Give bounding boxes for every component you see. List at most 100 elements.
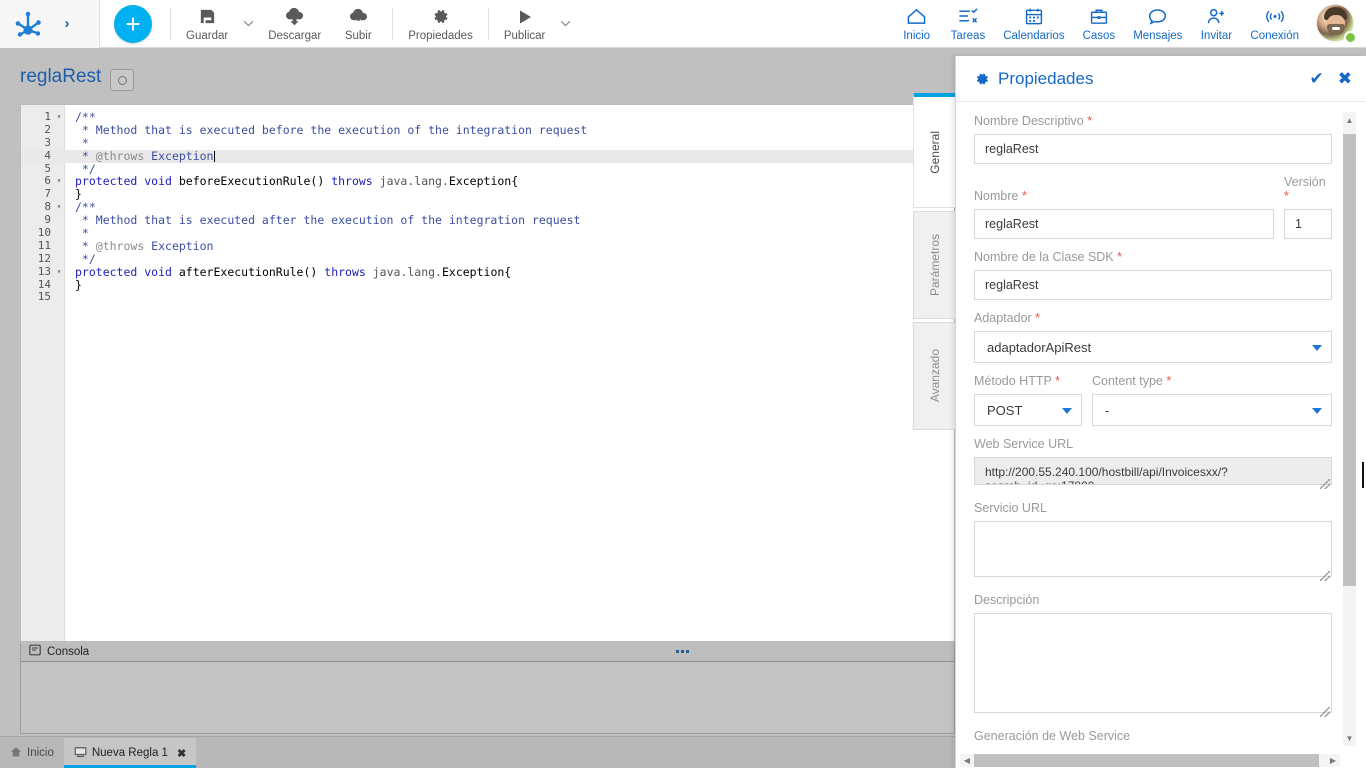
tab-parametros-label: Parámetros	[927, 233, 942, 297]
scroll-thumb[interactable]	[1343, 134, 1356, 586]
scroll-down-icon[interactable]: ▼	[1343, 730, 1356, 746]
editor-line: 11 * @throws Exception	[21, 239, 954, 253]
resize-grip-icon[interactable]	[1320, 479, 1330, 489]
tab-general[interactable]: General	[913, 93, 955, 208]
line-number: 1	[44, 110, 51, 123]
field-content-type: Content type * -	[1092, 374, 1332, 426]
adaptador-label: Adaptador *	[974, 311, 1332, 325]
editor-caret	[213, 150, 215, 162]
fold-toggle-icon[interactable]: ▾	[53, 175, 65, 188]
servicio-url-textarea[interactable]	[974, 521, 1332, 577]
upload-button[interactable]: Subir	[330, 1, 386, 47]
document-status-toggle[interactable]	[110, 69, 134, 91]
field-clase-sdk: Nombre de la Clase SDK *	[974, 250, 1332, 300]
required-marker: *	[1166, 374, 1172, 388]
console-menu-icon[interactable]	[676, 650, 689, 653]
fold-toggle-icon[interactable]: ▾	[53, 111, 65, 124]
chevron-down-icon	[1062, 408, 1072, 414]
add-new-button[interactable]: +	[114, 4, 152, 43]
avatar[interactable]	[1316, 3, 1357, 44]
app-logo-icon[interactable]	[6, 8, 50, 40]
nombre-input[interactable]	[974, 209, 1274, 239]
content-type-select[interactable]: -	[1092, 394, 1332, 426]
tab-parametros[interactable]: Parámetros	[913, 211, 955, 319]
close-button[interactable]: ✖	[1338, 69, 1352, 89]
nav-tareas-label: Tareas	[950, 29, 986, 42]
publish-dropdown-caret[interactable]	[554, 1, 576, 47]
adaptador-label-text: Adaptador	[974, 311, 1032, 325]
resize-grip-icon[interactable]	[1320, 707, 1330, 717]
web-service-url-textarea[interactable]: http://200.55.240.100/hostbill/api/Invoi…	[974, 457, 1332, 485]
descripcion-textarea[interactable]	[974, 613, 1332, 713]
properties-button[interactable]: Propiedades	[399, 1, 482, 47]
logo-zone: ›	[0, 0, 100, 48]
nav-casos[interactable]: Casos	[1074, 1, 1125, 47]
upload-label: Subir	[344, 29, 372, 42]
tab-avanzado[interactable]: Avanzado	[913, 322, 955, 430]
console-icon	[29, 643, 41, 661]
expand-nav-button[interactable]: ›	[50, 15, 84, 32]
metodo-http-select[interactable]: POST	[974, 394, 1082, 426]
confirm-button[interactable]: ✔	[1310, 69, 1324, 89]
clase-sdk-input[interactable]	[974, 270, 1332, 300]
line-text: * Method that is executed before the exe…	[75, 122, 588, 137]
adaptador-select[interactable]: adaptadorApiRest	[974, 331, 1332, 363]
line-number: 13	[37, 264, 51, 278]
resize-grip-icon[interactable]	[1320, 571, 1330, 581]
bottom-tab-nueva-regla-1[interactable]: Nueva Regla 1 ✖	[63, 738, 197, 768]
download-button[interactable]: Descargar	[259, 1, 330, 47]
properties-header: Propiedades ✔ ✖	[956, 56, 1366, 102]
properties-panel: Propiedades ✔ ✖ Nombre Descriptivo * Nom…	[955, 56, 1366, 768]
version-label-text: Versión	[1284, 175, 1326, 189]
field-web-service-url: Web Service URL http://200.55.240.100/ho…	[974, 437, 1332, 490]
nav-tareas[interactable]: Tareas	[942, 1, 995, 47]
version-input[interactable]	[1284, 209, 1332, 239]
console-header[interactable]: Consola	[21, 643, 954, 662]
properties-vertical-scrollbar[interactable]: ▲ ▼	[1343, 112, 1356, 746]
properties-horizontal-scrollbar[interactable]: ◀ ▶	[960, 754, 1340, 767]
toolbar-divider-1	[170, 7, 171, 40]
field-generacion-ws: Generación de Web Service	[974, 729, 1332, 743]
save-button[interactable]: Guardar	[177, 1, 237, 47]
signal-icon	[1263, 6, 1287, 28]
nav-calendarios[interactable]: Calendarios	[994, 1, 1073, 47]
scroll-up-icon[interactable]: ▲	[1343, 112, 1356, 128]
gear-icon	[431, 6, 450, 28]
web-service-url-label: Web Service URL	[974, 437, 1074, 451]
scroll-left-icon[interactable]: ◀	[960, 754, 974, 767]
fold-toggle-icon[interactable]: ▾	[53, 201, 65, 214]
circle-icon	[117, 75, 127, 85]
content-type-value: -	[1105, 402, 1110, 418]
generacion-ws-label: Generación de Web Service	[974, 729, 1131, 743]
nav-conexion[interactable]: Conexión	[1241, 1, 1308, 47]
code-editor[interactable]: 1 ▾/** 2 * Method that is executed before …	[20, 104, 955, 642]
version-label: Versión *	[1284, 175, 1332, 203]
close-icon[interactable]: ✖	[177, 747, 186, 760]
bottom-tab-inicio[interactable]: Inicio	[0, 738, 64, 768]
required-marker: *	[1021, 189, 1027, 203]
line-text: protected void afterExecutionRule() thro…	[75, 264, 512, 279]
metodo-http-value: POST	[987, 402, 1023, 418]
nombre-descriptivo-input[interactable]	[974, 134, 1332, 164]
top-toolbar: › + Guardar Descargar Subir Propiedades	[0, 0, 1366, 48]
editor-line: 7}	[21, 187, 954, 201]
tab-general-label: General	[927, 130, 942, 174]
calendar-icon	[1024, 6, 1044, 28]
scroll-right-icon[interactable]: ▶	[1326, 754, 1340, 767]
servicio-url-wrap	[974, 521, 1332, 582]
scroll-thumb-horizontal[interactable]	[974, 754, 1319, 767]
field-adaptador: Adaptador * adaptadorApiRest	[974, 311, 1332, 363]
nav-mensajes-label: Mensajes	[1133, 29, 1183, 42]
save-dropdown-caret[interactable]	[237, 1, 259, 47]
fold-toggle-icon[interactable]: ▾	[53, 266, 65, 279]
nav-invitar[interactable]: Invitar	[1191, 1, 1241, 47]
publish-button[interactable]: Publicar	[495, 1, 555, 47]
required-marker: *	[1035, 311, 1041, 325]
nav-mensajes[interactable]: Mensajes	[1124, 1, 1191, 47]
tab-avanzado-label: Avanzado	[927, 349, 942, 403]
nombre-label-text: Nombre	[974, 189, 1019, 203]
download-label: Descargar	[268, 29, 322, 42]
rule-icon	[74, 746, 87, 761]
nav-inicio[interactable]: Inicio	[892, 1, 942, 47]
console-title: Consola	[47, 646, 90, 658]
